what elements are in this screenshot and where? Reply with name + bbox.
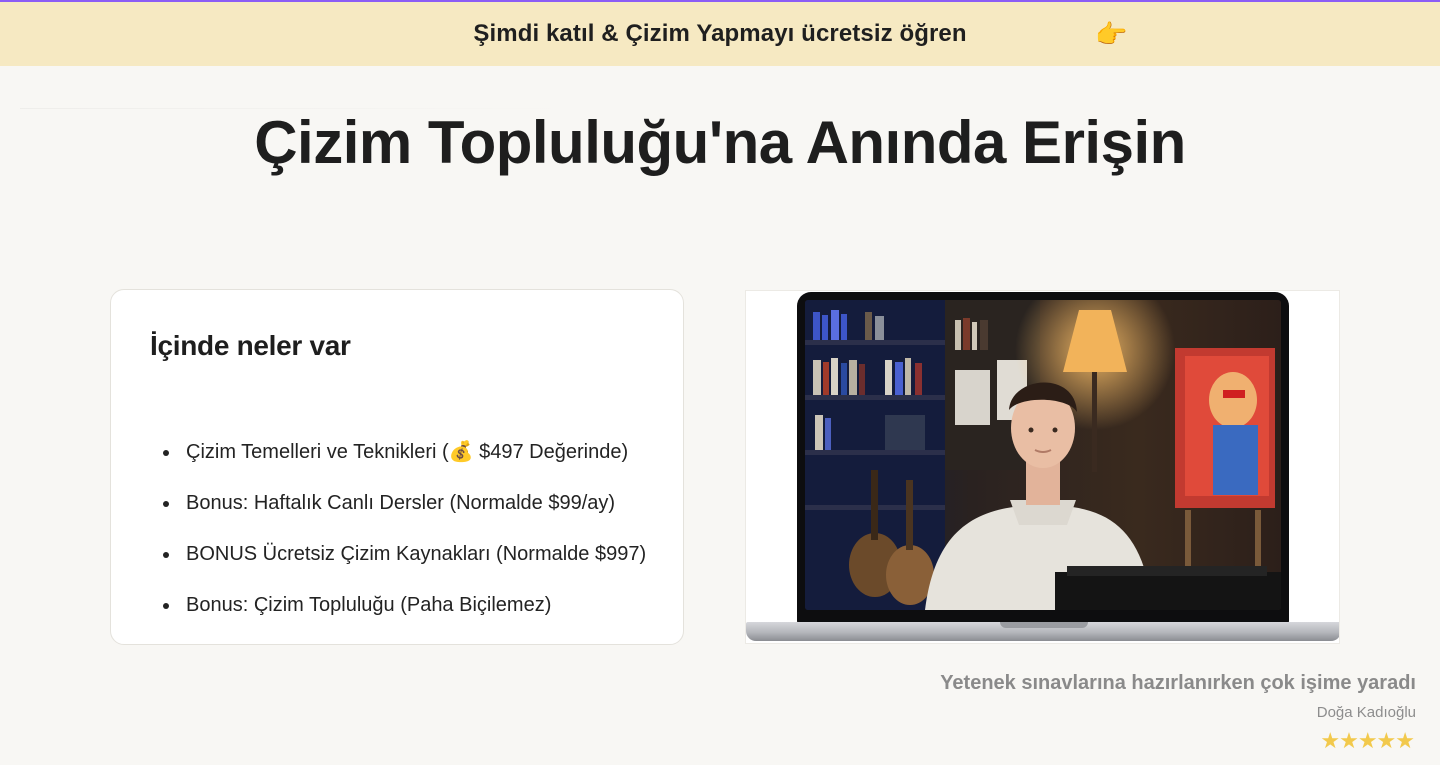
testimonial-author: Doğa Kadıoğlu (1316, 704, 1416, 721)
video-scene-image (805, 300, 1281, 610)
banner-text[interactable]: Şimdi katıl & Çizim Yapmayı ücretsiz öğr… (473, 20, 966, 48)
feature-list-item: Bonus: Çizim Topluluğu (Paha Biçilemez) (161, 590, 646, 641)
contents-card-heading: İçinde neler var (150, 330, 351, 361)
feature-list: Çizim Temelleri ve Teknikleri (💰 $497 De… (161, 437, 646, 641)
page-title: Çizim Topluluğu'na Anında Erişin (254, 109, 1186, 176)
contents-card: İçinde neler var Çizim Temelleri ve Tekn… (110, 289, 684, 645)
pointing-hand-icon: 👉 (1095, 19, 1128, 49)
announcement-banner[interactable]: Şimdi katıl & Çizim Yapmayı ücretsiz öğr… (0, 2, 1440, 66)
laptop-notch (1000, 622, 1088, 628)
laptop-screen (797, 292, 1289, 625)
star-rating-icon: ★★★★★ (1320, 728, 1415, 753)
feature-list-item: Bonus: Haftalık Canlı Dersler (Normalde … (161, 488, 646, 539)
feature-list-item: BONUS Ücretsiz Çizim Kaynakları (Normald… (161, 539, 646, 590)
testimonial-quote: Yetenek sınavlarına hazırlanırken çok iş… (940, 672, 1416, 694)
video-preview[interactable] (745, 290, 1340, 644)
video-thumbnail[interactable] (805, 300, 1281, 610)
feature-list-item: Çizim Temelleri ve Teknikleri (💰 $497 De… (161, 437, 646, 488)
